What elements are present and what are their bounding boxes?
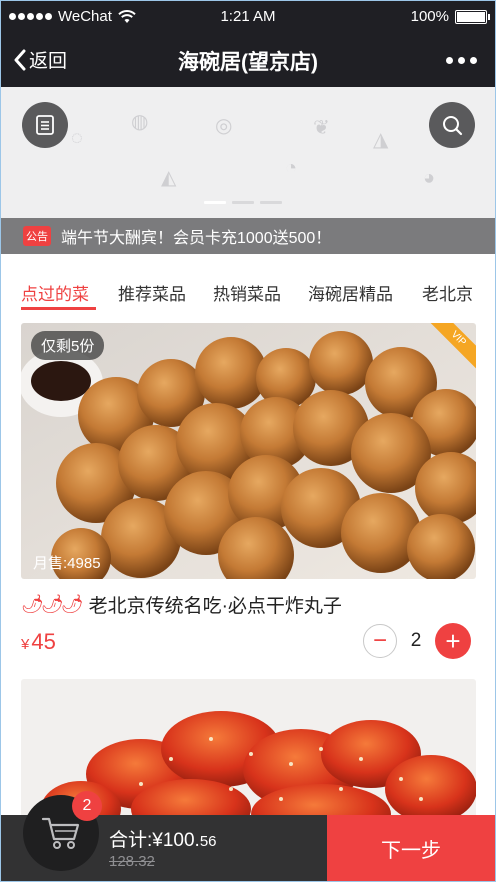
- pager-dot[interactable]: [260, 201, 282, 204]
- category-tabs: 点过的菜 推荐菜品 热销菜品 海碗居精品 老北京: [1, 263, 495, 313]
- doodle-icon: ◍: [131, 111, 149, 133]
- total-cents: 56: [199, 833, 217, 850]
- shopping-cart-icon: [41, 817, 80, 849]
- pager-dot[interactable]: [204, 201, 226, 204]
- doodle-icon: ◮: [373, 129, 389, 151]
- page-title: 海碗居(望京店): [178, 51, 318, 74]
- fried-meatballs-photo: [21, 323, 476, 579]
- announcement-bar[interactable]: 公告 端午节大酬宾！会员卡充1000送500！: [1, 218, 495, 254]
- increase-button[interactable]: +: [435, 623, 471, 659]
- more-dot-icon: [458, 57, 465, 64]
- tab-hot[interactable]: 热销菜品: [213, 280, 281, 305]
- menu-list-button[interactable]: [22, 102, 68, 148]
- status-right: 100%: [410, 8, 490, 25]
- doodle-icon: ◕: [423, 167, 436, 189]
- order-total: 合计:¥100.56: [109, 825, 217, 852]
- more-dot-icon: [470, 57, 477, 64]
- tab-active-indicator: [21, 307, 96, 310]
- doodle-icon: ◎: [215, 115, 233, 137]
- chili-icon: 🌶🌶🌶: [21, 594, 84, 614]
- battery-percent: 100%: [410, 8, 449, 25]
- tab-signature[interactable]: 海碗居精品: [308, 280, 393, 305]
- currency-symbol: ¥: [21, 636, 30, 653]
- search-button[interactable]: [429, 102, 475, 148]
- total-label: 合计:¥100.: [109, 830, 200, 851]
- next-step-button[interactable]: 下一步: [327, 815, 495, 881]
- doodle-icon: ◭: [161, 167, 177, 189]
- more-button[interactable]: [446, 57, 477, 64]
- tab-recommended[interactable]: 推荐菜品: [118, 280, 186, 305]
- decrease-button[interactable]: −: [363, 624, 397, 658]
- price-value: 45: [31, 629, 56, 654]
- battery-icon: [455, 9, 490, 24]
- status-bar: WeChat 1:21 AM 100%: [1, 1, 495, 33]
- search-icon: [443, 116, 463, 136]
- banner-carousel[interactable]: ◌ ◍ ◭ ◎ ◔ ❦ ◮ ◕: [1, 87, 495, 218]
- stock-badge: 仅剩5份: [31, 331, 105, 360]
- quantity-value: 2: [410, 630, 422, 651]
- tab-old-beijing[interactable]: 老北京: [422, 280, 473, 305]
- menu-list-icon: [36, 115, 54, 135]
- app-frame: WeChat 1:21 AM 100% 返回 海碗居(望京店) ◌ ◍ ◭ ◎ …: [0, 0, 496, 882]
- announcement-tag: 公告: [23, 226, 51, 246]
- cart-count-badge: 2: [72, 791, 102, 821]
- carousel-pager: [204, 201, 282, 204]
- dish-photo[interactable]: 仅剩5份 VIP 月售:4985: [21, 323, 476, 579]
- pager-dot[interactable]: [232, 201, 254, 204]
- announcement-text: 端午节大酬宾！会员卡充1000送500！: [61, 230, 332, 247]
- dish-price: ¥45: [21, 629, 56, 655]
- doodle-icon: ❦: [313, 117, 330, 139]
- quantity-stepper: − 2 +: [363, 623, 471, 659]
- more-dot-icon: [446, 57, 453, 64]
- doodle-icon: ◔: [285, 157, 298, 179]
- monthly-sales: 月售:4985: [33, 555, 101, 572]
- doodle-icon: ◌: [71, 127, 83, 149]
- original-price: 128.32: [109, 853, 155, 870]
- dish-name-row: 🌶🌶🌶 老北京传统名吃·必点干炸丸子: [21, 591, 342, 618]
- nav-bar: 返回 海碗居(望京店): [1, 33, 495, 87]
- dish-name: 老北京传统名吃·必点干炸丸子: [88, 596, 342, 617]
- tab-ordered[interactable]: 点过的菜: [21, 280, 89, 305]
